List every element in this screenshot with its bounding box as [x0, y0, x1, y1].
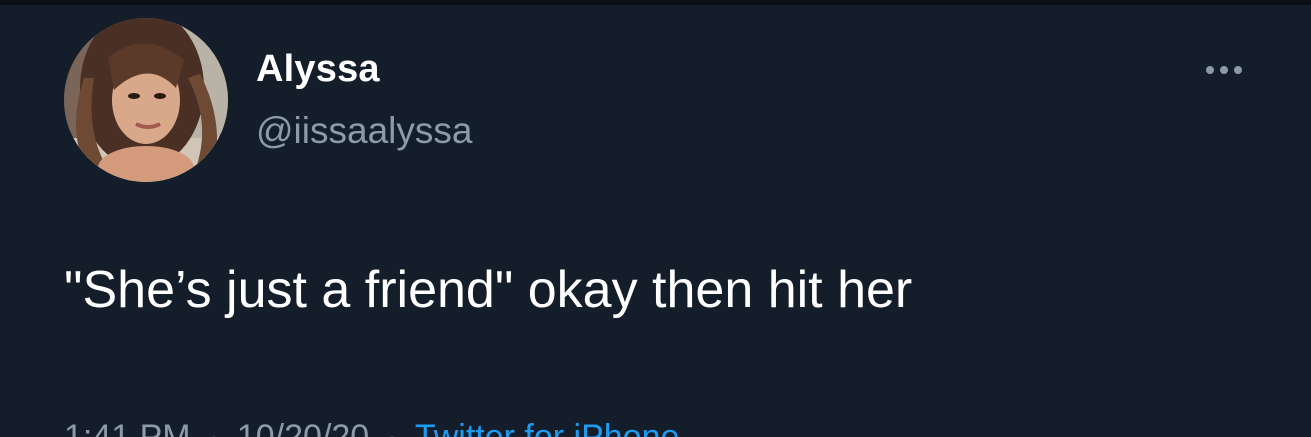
- meta-separator: ·: [386, 418, 398, 437]
- top-divider: [0, 0, 1311, 5]
- author-handle[interactable]: @iissaalyssa: [256, 112, 472, 149]
- more-options-button[interactable]: [1200, 54, 1254, 86]
- tweet-text: "She’s just a friend" okay then hit her: [64, 261, 913, 319]
- tweet-metadata: 1:41 PM · 10/20/20 · Twitter for iPhone: [64, 420, 679, 437]
- author-display-name[interactable]: Alyssa: [256, 50, 380, 88]
- tweet-time[interactable]: 1:41 PM: [64, 418, 191, 437]
- tweet-card: Alyssa @iissaalyssa "She’s just a friend…: [0, 0, 1311, 437]
- tweet-source-link[interactable]: Twitter for iPhone: [415, 418, 680, 437]
- tweet-date[interactable]: 10/20/20: [237, 418, 369, 437]
- meta-separator: ·: [208, 418, 220, 437]
- avatar-photo: [64, 18, 228, 182]
- avatar[interactable]: [64, 18, 228, 182]
- more-horizontal-icon: [1206, 66, 1242, 74]
